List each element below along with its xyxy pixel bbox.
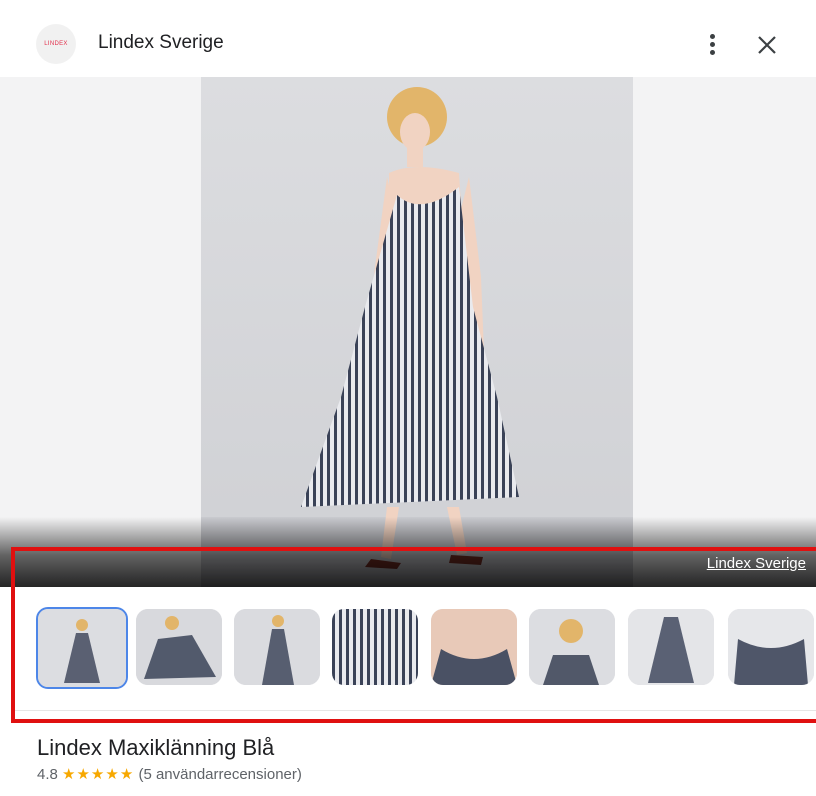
review-count: (5 användarrecensioner) <box>138 766 302 783</box>
image-gradient-overlay <box>0 517 816 587</box>
product-title: Lindex Maxiklänning Blå <box>37 735 275 760</box>
store-logo-text: LINDEX <box>44 41 68 47</box>
dress-model-image <box>201 87 633 587</box>
product-photo <box>201 77 633 587</box>
store-logo[interactable]: LINDEX <box>36 24 76 64</box>
thumbnail-6[interactable] <box>529 609 615 685</box>
panel-header: LINDEX Lindex Sverige <box>0 0 816 84</box>
thumbnail-1[interactable] <box>36 607 128 689</box>
star-rating-icon: ★★★★★ <box>62 766 135 783</box>
thumbnail-strip <box>0 587 816 709</box>
thumbnail-3[interactable] <box>234 609 320 685</box>
store-name[interactable]: Lindex Sverige <box>98 32 224 54</box>
thumbnail-7[interactable] <box>628 609 714 685</box>
thumbnail-8[interactable] <box>728 609 814 685</box>
more-vert-icon[interactable] <box>700 28 724 60</box>
image-source-link[interactable]: Lindex Sverige <box>707 555 806 572</box>
main-image[interactable]: Lindex Sverige <box>0 77 816 587</box>
thumbnail-2[interactable] <box>136 609 222 685</box>
rating-row[interactable]: 4.8 ★★★★★ (5 användarrecensioner) <box>37 765 302 783</box>
thumbnail-4[interactable] <box>332 609 418 685</box>
thumbnail-5[interactable] <box>431 609 517 685</box>
close-icon[interactable] <box>752 30 782 60</box>
divider <box>14 710 816 711</box>
product-panel: LINDEX Lindex Sverige Lindex Sverige Lin… <box>0 0 816 796</box>
rating-value: 4.8 <box>37 766 58 783</box>
